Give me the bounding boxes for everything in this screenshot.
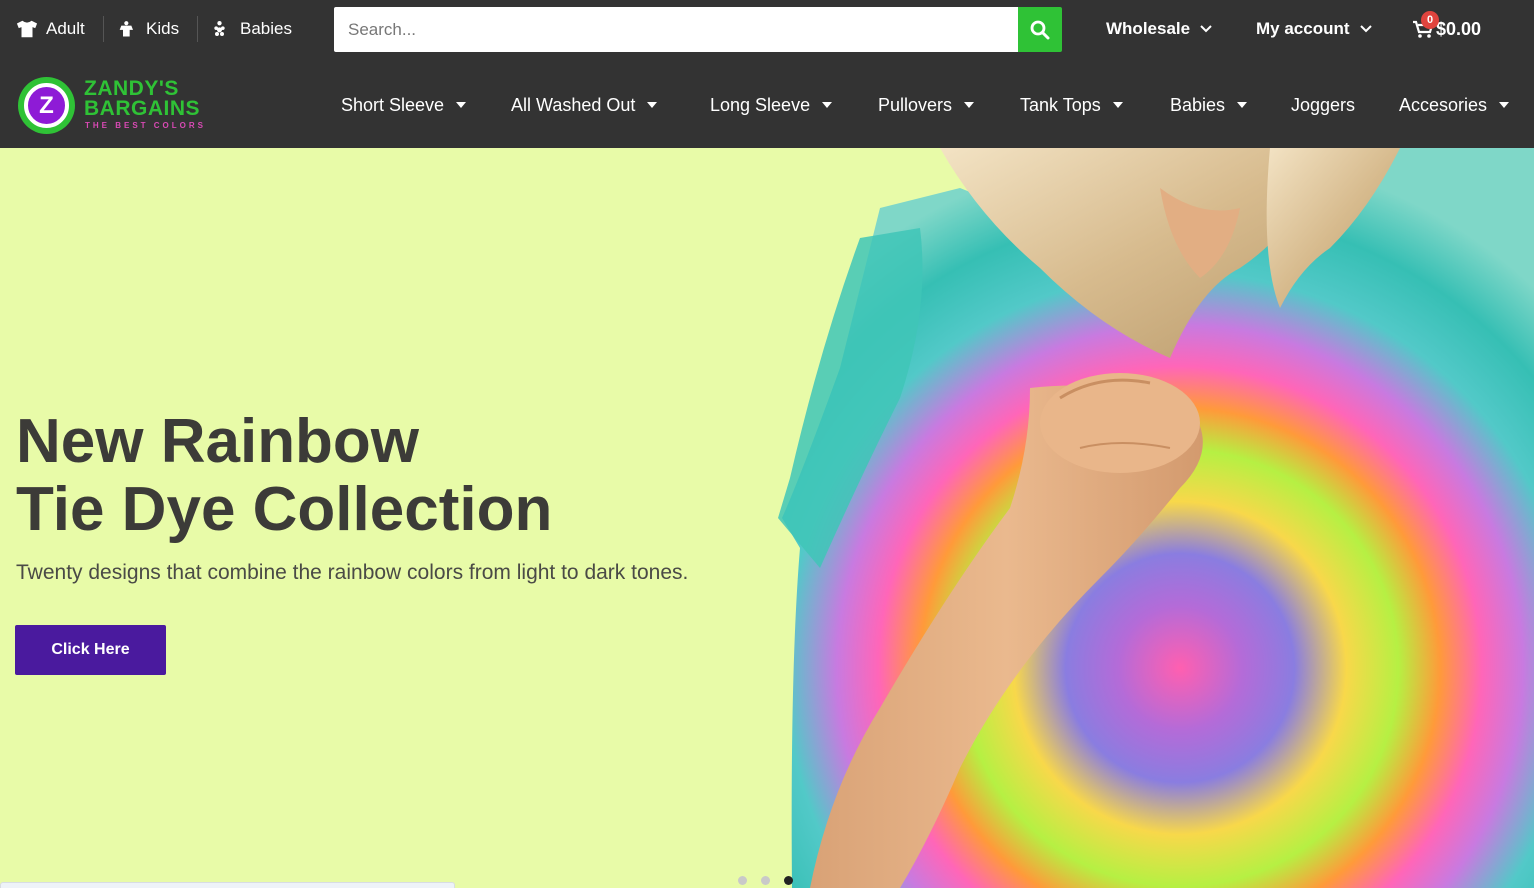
- nav-label: Pullovers: [878, 94, 953, 115]
- hero-title-line1: New Rainbow: [16, 407, 420, 476]
- nav-item-accesories[interactable]: Accesories: [1399, 62, 1510, 148]
- slider-dot-1[interactable]: [738, 876, 747, 885]
- caret-down-icon: [456, 102, 467, 108]
- slider-dots: [738, 876, 793, 885]
- wholesale-menu[interactable]: Wholesale: [1106, 0, 1212, 58]
- wholesale-label: Wholesale: [1106, 19, 1191, 38]
- logo-tagline: THE BEST COLORS: [85, 121, 207, 130]
- bottom-panel-edge: [0, 882, 455, 888]
- logo-line1: ZANDY'S: [84, 77, 179, 100]
- search-bar: [334, 7, 1062, 52]
- baby-icon: [214, 21, 225, 36]
- nav-label: Babies: [1170, 94, 1226, 115]
- nav-label: Tank Tops: [1020, 94, 1101, 115]
- my-account-label: My account: [1256, 19, 1350, 38]
- nav-label: Accesories: [1399, 94, 1488, 115]
- my-account-menu[interactable]: My account: [1256, 0, 1372, 58]
- nav-item-long-sleeve[interactable]: Long Sleeve: [710, 62, 833, 148]
- slider-dot-2[interactable]: [761, 876, 770, 885]
- nav-item-babies[interactable]: Babies: [1170, 62, 1248, 148]
- top-bar: Adult Kids Babies Wholesale My account $…: [0, 0, 1534, 62]
- cart-button[interactable]: $0.00 0: [1412, 0, 1481, 58]
- audience-label: Kids: [146, 19, 180, 38]
- hero-title-line2: Tie Dye Collection: [16, 475, 553, 544]
- audience-link-babies[interactable]: Babies: [212, 0, 292, 58]
- nav-item-joggers[interactable]: Joggers: [1291, 62, 1355, 148]
- nav-label: All Washed Out: [511, 94, 636, 115]
- hero-slider: New Rainbow Tie Dye Collection Twenty de…: [0, 148, 1534, 888]
- nav-label: Short Sleeve: [341, 94, 445, 115]
- site-logo[interactable]: Z ZANDY'S BARGAINS THE BEST COLORS: [18, 76, 218, 136]
- nav-item-all-washed-out[interactable]: All Washed Out: [511, 62, 658, 148]
- audience-link-adult[interactable]: Adult: [16, 0, 85, 58]
- caret-down-icon: [964, 102, 975, 108]
- nav-item-tank-tops[interactable]: Tank Tops: [1020, 62, 1123, 148]
- divider: [103, 16, 104, 42]
- divider: [197, 16, 198, 42]
- hero-subtitle: Twenty designs that combine the rainbow …: [16, 561, 689, 584]
- cart-total: $0.00: [1436, 18, 1482, 39]
- audience-label: Adult: [46, 19, 85, 38]
- nav-label: Joggers: [1291, 94, 1356, 115]
- cart-count-badge: 0: [1421, 11, 1439, 29]
- nav-label: Long Sleeve: [710, 94, 811, 115]
- caret-down-icon: [1112, 102, 1123, 108]
- chevron-down-icon: [1200, 25, 1212, 33]
- caret-down-icon: [647, 102, 658, 108]
- caret-down-icon: [822, 102, 833, 108]
- search-icon: [1030, 20, 1050, 39]
- audience-link-kids[interactable]: Kids: [118, 0, 179, 58]
- slider-dot-3[interactable]: [784, 876, 793, 885]
- hero-cta-button[interactable]: Click Here: [15, 625, 166, 675]
- logo-line2: BARGAINS: [84, 97, 201, 120]
- logo-badge: Z: [18, 77, 75, 134]
- chevron-down-icon: [1359, 25, 1372, 33]
- nav-item-short-sleeve[interactable]: Short Sleeve: [341, 62, 467, 148]
- search-button[interactable]: [1018, 7, 1062, 52]
- hero-title: New Rainbow Tie Dye Collection: [16, 408, 552, 544]
- kid-icon: [119, 21, 133, 37]
- nav-item-pullovers[interactable]: Pullovers: [878, 62, 975, 148]
- caret-down-icon: [1499, 102, 1510, 108]
- tshirt-icon: [16, 20, 38, 38]
- audience-label: Babies: [240, 19, 292, 38]
- search-input[interactable]: [334, 7, 1018, 52]
- logo-letter: Z: [24, 83, 69, 128]
- main-nav: Z ZANDY'S BARGAINS THE BEST COLORS Short…: [0, 62, 1534, 148]
- caret-down-icon: [1237, 102, 1248, 108]
